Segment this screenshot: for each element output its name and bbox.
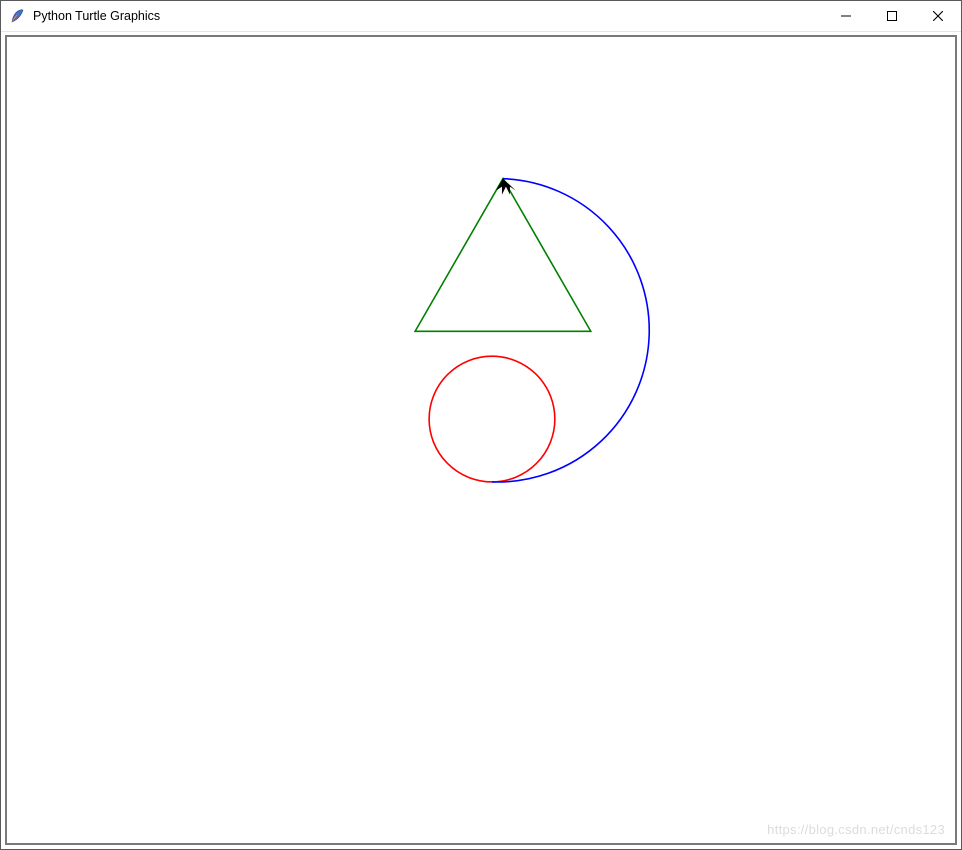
titlebar[interactable]: Python Turtle Graphics [1, 1, 961, 32]
maximize-icon [887, 11, 897, 21]
close-button[interactable] [915, 1, 961, 31]
window-controls [823, 1, 961, 31]
close-icon [933, 11, 943, 21]
turtle-canvas-frame: https://blog.csdn.net/cnds123 [5, 35, 957, 845]
minimize-button[interactable] [823, 1, 869, 31]
minimize-icon [841, 11, 851, 21]
maximize-button[interactable] [869, 1, 915, 31]
feather-icon [9, 8, 25, 24]
app-window: Python Turtle Graphics [0, 0, 962, 850]
window-title: Python Turtle Graphics [31, 1, 160, 31]
canvas-bg [7, 37, 955, 843]
turtle-canvas [7, 37, 955, 843]
